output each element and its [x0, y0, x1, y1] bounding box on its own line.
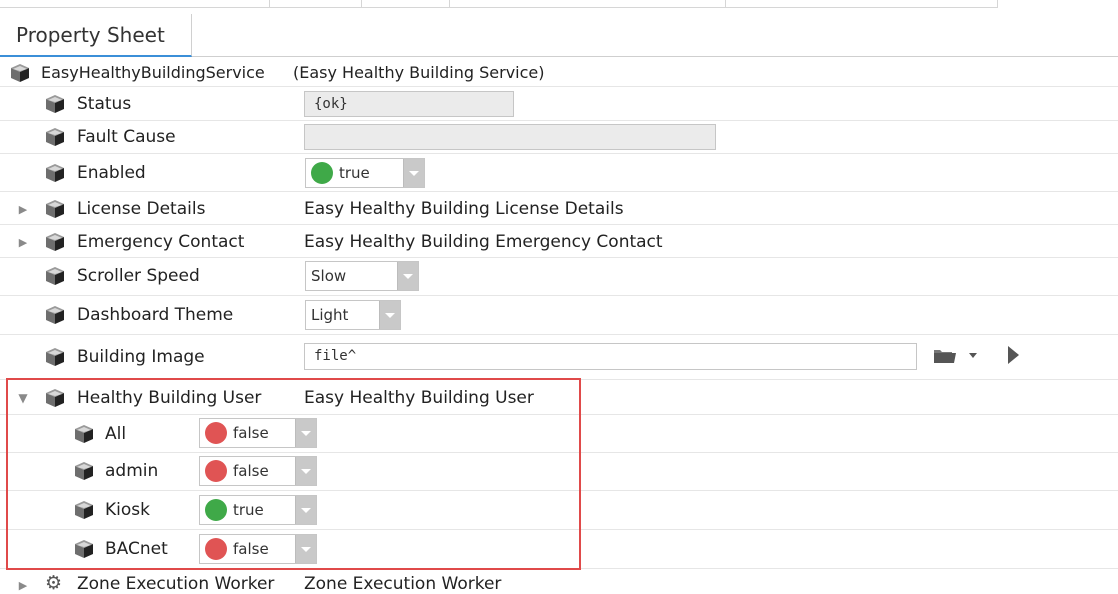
dashboard-theme-select[interactable]: Light [305, 300, 401, 330]
prop-row-zone-execution-worker[interactable]: ▶ ⚙ Zone Execution Worker Zone Execution… [0, 569, 1118, 594]
tab-property-sheet[interactable]: Property Sheet [0, 14, 192, 57]
highlight-box [6, 378, 581, 570]
prop-label: License Details [77, 199, 206, 219]
status-dot-green [311, 162, 333, 184]
property-icon [44, 127, 66, 147]
prop-label: Status [77, 94, 132, 114]
root-description: (Easy Healthy Building Service) [293, 63, 545, 82]
prop-value: Easy Healthy Building License Details [304, 199, 624, 219]
select-value: Slow [311, 267, 347, 285]
status-field: {ok} [304, 91, 514, 117]
prop-label: Building Image [77, 347, 205, 367]
enabled-value: true [339, 164, 370, 182]
top-strip [0, 0, 1118, 10]
property-icon [44, 232, 66, 252]
prop-label: Emergency Contact [77, 232, 245, 252]
prop-row-scroller-speed: Scroller Speed Slow [0, 258, 1118, 296]
root-name: EasyHealthyBuildingService [41, 63, 265, 82]
tree-row-root[interactable]: EasyHealthyBuildingService (Easy Healthy… [0, 59, 1118, 87]
select-value: Light [311, 306, 349, 324]
top-strip-segment [270, 0, 362, 8]
prop-row-emergency-contact[interactable]: ▶ Emergency Contact Easy Healthy Buildin… [0, 225, 1118, 258]
enabled-select[interactable]: true [305, 158, 425, 188]
prop-row-fault-cause: Fault Cause [0, 121, 1118, 154]
property-icon [44, 266, 66, 286]
expand-right-icon[interactable]: ▶ [17, 236, 29, 249]
prop-row-dashboard-theme: Dashboard Theme Light [0, 296, 1118, 335]
top-strip-segment [362, 0, 450, 8]
folder-icon[interactable] [933, 347, 957, 364]
property-icon [44, 163, 66, 183]
prop-row-status: Status {ok} [0, 87, 1118, 121]
prop-row-enabled: Enabled true [0, 154, 1118, 192]
prop-label: Fault Cause [77, 127, 176, 147]
tab-bar: Property Sheet [0, 10, 1118, 57]
prop-label: Dashboard Theme [77, 305, 234, 325]
top-strip-segment [726, 0, 998, 8]
expand-right-icon[interactable]: ▶ [17, 203, 29, 216]
property-icon [44, 305, 66, 325]
property-icon [44, 94, 66, 114]
chevron-down-icon[interactable] [403, 159, 424, 187]
top-strip-segment [450, 0, 726, 8]
property-icon [44, 199, 66, 219]
chevron-down-icon[interactable] [397, 262, 418, 290]
gear-icon: ⚙ [45, 572, 63, 594]
prop-label: Enabled [77, 163, 146, 183]
building-image-input[interactable]: file^ [304, 343, 917, 370]
top-strip-segment [0, 0, 270, 8]
prop-label: Zone Execution Worker [77, 574, 275, 594]
property-icon [44, 347, 66, 367]
fault-cause-field [304, 124, 716, 150]
prop-value: Zone Execution Worker [304, 574, 502, 594]
prop-label: Scroller Speed [77, 266, 200, 286]
play-icon[interactable] [1008, 346, 1019, 364]
chevron-down-icon[interactable] [379, 301, 400, 329]
scroller-speed-select[interactable]: Slow [305, 261, 419, 291]
component-icon [9, 63, 31, 83]
prop-row-license-details[interactable]: ▶ License Details Easy Healthy Building … [0, 192, 1118, 225]
chevron-down-icon[interactable] [969, 353, 977, 358]
prop-value: Easy Healthy Building Emergency Contact [304, 232, 663, 252]
expand-right-icon[interactable]: ▶ [17, 579, 29, 592]
